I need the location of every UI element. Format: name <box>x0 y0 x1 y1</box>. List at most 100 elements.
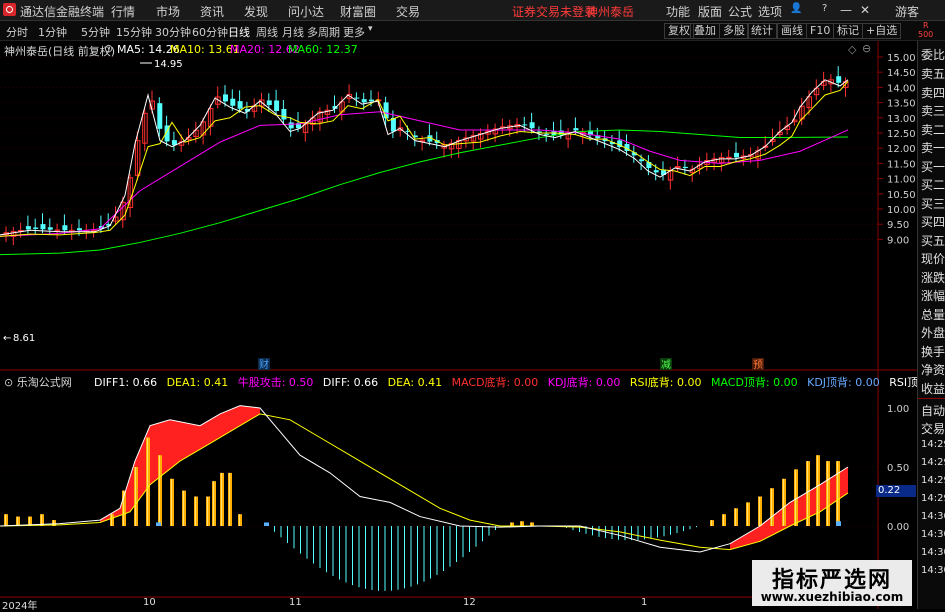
menu-item-discover[interactable]: 发现 <box>244 3 268 20</box>
period-timeshare[interactable]: 分时 <box>6 24 28 40</box>
attack-bar-highlight <box>159 455 160 526</box>
price-tick-label: 13.00 <box>887 114 916 125</box>
login-notice[interactable]: 证券交易未登录 <box>512 3 596 20</box>
attack-bar-highlight <box>207 496 208 526</box>
candle-body <box>47 227 53 230</box>
event-forecast[interactable]: 预 <box>753 359 763 371</box>
candle-body <box>653 170 659 173</box>
qp-change: 涨跌 <box>921 271 945 285</box>
menu-item-market[interactable]: 市场 <box>156 3 180 20</box>
price-tick-label: 15.00 <box>887 53 916 64</box>
menu-options[interactable]: 选项 <box>758 3 782 20</box>
price-tick-label: 10.50 <box>887 190 916 201</box>
ind-bull-attack: 牛股攻击: 0.50 <box>237 376 314 389</box>
low-marker-arrow: ← <box>3 333 11 344</box>
menu-item-news[interactable]: 资讯 <box>200 3 224 20</box>
x-label-11: 11 <box>289 597 302 608</box>
indicator-tick-label: 0.00 <box>887 522 909 533</box>
ind-kdj-bottom: KDJ底背: 0.00 <box>547 376 621 389</box>
attack-bar-highlight <box>711 520 712 526</box>
candle-body <box>25 226 31 230</box>
candle-body <box>157 103 163 129</box>
qp-buy2: 买二 <box>921 178 945 192</box>
attack-bar-highlight <box>837 461 838 526</box>
period-60min[interactable]: 60分钟 <box>192 24 228 40</box>
tool-f10[interactable]: F10 <box>806 23 835 39</box>
attack-bar-highlight <box>759 496 760 526</box>
attack-bar-highlight <box>511 522 512 526</box>
candle-body <box>369 99 374 102</box>
guest-label[interactable]: 游客 <box>895 3 919 20</box>
macd-histogram <box>274 526 697 591</box>
indicator-tick-label: 0.50 <box>887 463 909 474</box>
more-chevron-icon[interactable]: ▾ <box>368 24 373 34</box>
qp-time-1: 14:29 <box>921 439 945 450</box>
qp-time-6: 14:30 <box>921 529 945 540</box>
menu-item-quotes[interactable]: 行情 <box>111 3 135 20</box>
period-1min[interactable]: 1分钟 <box>38 24 67 40</box>
candle-body <box>573 128 579 131</box>
corner-500: 500 <box>918 30 934 39</box>
tool-multi-stock[interactable]: 多股 <box>719 23 749 39</box>
menu-item-ask[interactable]: 问小达 <box>288 3 324 20</box>
period-monthly[interactable]: 月线 <box>282 24 304 40</box>
candle-body <box>726 156 732 159</box>
qp-price: 现价 <box>921 252 945 266</box>
candle-body <box>230 98 236 106</box>
menu-formula[interactable]: 公式 <box>728 3 752 20</box>
qp-weibi[interactable]: 委比 <box>921 46 945 63</box>
period-30min[interactable]: 30分钟 <box>155 24 191 40</box>
help-icon[interactable]: ? <box>822 3 827 14</box>
menu-item-wealth[interactable]: 财富圈 <box>340 3 376 20</box>
qp-time-7: 14:30 <box>921 547 945 558</box>
low-marker-label: 8.61 <box>13 333 35 344</box>
event-finance[interactable]: 财 <box>259 358 269 371</box>
period-daily[interactable]: 日线 <box>228 24 250 40</box>
indicator-name[interactable]: 乐淘公式网 <box>17 376 72 389</box>
price-tick-label: 9.00 <box>887 235 909 246</box>
indicator-gear-icon[interactable]: ⊙ <box>4 376 13 389</box>
blue-bar <box>264 522 269 526</box>
tool-add-watchlist[interactable]: +自选 <box>862 23 902 39</box>
qp-divider <box>918 398 945 399</box>
indicator-tick-label: 1.00 <box>887 404 909 415</box>
menu-function[interactable]: 功能 <box>666 3 690 20</box>
tool-overlay[interactable]: 叠加 <box>690 23 720 39</box>
stock-link[interactable]: 神州泰岳 <box>586 3 634 20</box>
qp-buy3: 买三 <box>921 197 945 211</box>
user-icon[interactable]: 👤 <box>790 3 802 14</box>
qp-outer: 外盘 <box>921 326 945 340</box>
attack-bar-highlight <box>229 472 230 526</box>
attack-bar-highlight <box>747 502 748 526</box>
tool-stats[interactable]: 统计 <box>747 23 777 39</box>
qp-eps: 收益 <box>921 382 945 396</box>
attack-bar-highlight <box>195 496 196 526</box>
kline-chart[interactable]: 14.95 ← 8.61 15.0014.5014.0013.5013.0012… <box>0 41 917 609</box>
qp-buy4: 买四 <box>921 215 945 229</box>
qp-sell2: 卖二 <box>921 123 945 137</box>
price-tick-label: 11.50 <box>887 159 916 170</box>
attack-bar-highlight <box>111 514 112 526</box>
qp-auto[interactable]: 自动 <box>921 402 945 419</box>
candle-body <box>288 122 294 129</box>
candle-body <box>639 159 645 162</box>
qp-sell4: 卖四 <box>921 86 945 100</box>
qp-sell1: 卖一 <box>921 141 945 155</box>
menu-item-trade[interactable]: 交易 <box>396 3 420 20</box>
period-more[interactable]: 更多 <box>343 24 365 40</box>
qp-trade[interactable]: 交易 <box>921 420 945 437</box>
candle-body <box>522 124 528 126</box>
event-reduce[interactable]: 减 <box>661 359 671 371</box>
app-logo-icon <box>3 3 16 16</box>
period-weekly[interactable]: 周线 <box>256 24 278 40</box>
minimize-icon[interactable]: — <box>840 3 852 17</box>
ind-macd-bottom: MACD底背: 0.00 <box>451 376 539 389</box>
period-5min[interactable]: 5分钟 <box>81 24 110 40</box>
close-icon[interactable]: ✕ <box>860 3 870 17</box>
tool-draw[interactable]: 画线 <box>777 23 807 39</box>
tool-mark[interactable]: 标记 <box>833 23 863 39</box>
candle-body <box>390 117 396 132</box>
period-multi[interactable]: 多周期 <box>307 24 340 40</box>
menu-layout[interactable]: 版面 <box>698 3 722 20</box>
period-15min[interactable]: 15分钟 <box>116 24 152 40</box>
